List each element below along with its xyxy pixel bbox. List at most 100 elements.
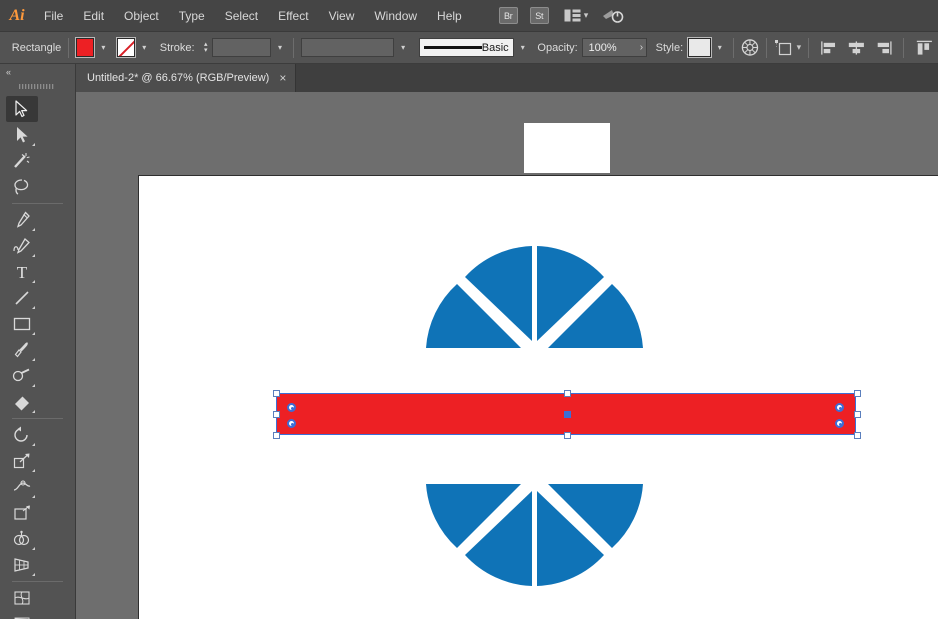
align-center-horizontal-icon[interactable] (846, 39, 867, 57)
flyout-indicator-icon (32, 443, 35, 446)
tool-free-transform[interactable] (6, 500, 38, 526)
menu-item-help[interactable]: Help (427, 0, 472, 32)
rectangle-tool-icon (12, 315, 32, 333)
stock-button[interactable]: St (530, 7, 549, 24)
live-corner-widget[interactable] (835, 419, 844, 428)
tools-panel-grip[interactable] (0, 80, 75, 92)
tool-type[interactable]: T (6, 259, 38, 285)
flyout-indicator-icon (32, 143, 35, 146)
tool-gradient[interactable] (6, 611, 38, 619)
style-chevron-down-icon[interactable]: ▾ (714, 38, 726, 57)
tool-lasso[interactable] (6, 174, 38, 200)
tool-perspective-grid[interactable] (6, 552, 38, 578)
fill-dropdown-chevron-down-icon[interactable]: ▾ (97, 38, 109, 57)
transform-chevron-down-icon: ▾ (797, 42, 802, 53)
align-top-icon[interactable] (914, 39, 935, 57)
live-corner-widget[interactable] (287, 403, 296, 412)
divider (766, 38, 767, 58)
live-corner-widget[interactable] (835, 403, 844, 412)
tool-scale[interactable] (6, 448, 38, 474)
tool-mesh[interactable] (6, 585, 38, 611)
app-logo-icon: Ai (0, 0, 34, 32)
grip-dots-icon (19, 84, 57, 89)
selected-red-rectangle[interactable] (277, 394, 855, 434)
search-stock-button[interactable] (602, 7, 624, 25)
graphic-style-swatch[interactable] (688, 38, 711, 57)
type-tool-icon: T (13, 263, 31, 281)
flyout-indicator-icon (32, 306, 35, 309)
workspace-switcher-button[interactable]: ▾ (564, 9, 589, 22)
close-icon[interactable]: × (279, 72, 286, 84)
tool-divider (12, 418, 63, 419)
fill-color-swatch[interactable] (76, 38, 94, 57)
live-corner-widget[interactable] (287, 419, 296, 428)
tool-pen[interactable] (6, 207, 38, 233)
opacity-label: Opacity: (537, 42, 577, 54)
tool-rectangle[interactable] (6, 311, 38, 337)
tools-grid: T (0, 92, 75, 619)
bridge-button[interactable]: Br (499, 7, 518, 24)
paintbrush-tool-icon (13, 341, 31, 359)
artboard-secondary (524, 123, 610, 173)
menu-item-view[interactable]: View (319, 0, 365, 32)
tool-selection[interactable] (6, 96, 38, 122)
align-right-icon[interactable] (873, 39, 894, 57)
document-canvas[interactable] (76, 92, 938, 619)
menu-item-type[interactable]: Type (169, 0, 215, 32)
lasso-tool-icon (12, 178, 32, 196)
curvature-tool-icon (12, 237, 32, 255)
menu-item-file[interactable]: File (34, 0, 73, 32)
flyout-indicator-icon (32, 358, 35, 361)
stroke-weight-chevron-down-icon[interactable]: ▾ (274, 38, 286, 57)
tabbar-empty-area (296, 64, 938, 92)
opacity-input[interactable]: 100% › (582, 38, 647, 57)
recolor-artwork-icon[interactable] (741, 38, 759, 57)
menu-item-edit[interactable]: Edit (73, 0, 114, 32)
stroke-dropdown-chevron-down-icon[interactable]: ▾ (138, 38, 150, 57)
tool-line-segment[interactable] (6, 285, 38, 311)
menu-bar: Ai File Edit Object Type Select Effect V… (0, 0, 938, 32)
brush-definition-chevron-down-icon[interactable]: ▾ (517, 38, 529, 57)
tool-paintbrush[interactable] (6, 337, 38, 363)
tool-divider (12, 581, 63, 582)
menu-item-window[interactable]: Window (364, 0, 427, 32)
tool-curvature[interactable] (6, 233, 38, 259)
flyout-indicator-icon (32, 384, 35, 387)
flyout-indicator-icon (32, 573, 35, 576)
stroke-weight-input[interactable] (212, 38, 271, 57)
menu-item-object[interactable]: Object (114, 0, 169, 32)
document-tab-bar: Untitled-2* @ 66.67% (RGB/Preview) × (0, 64, 938, 92)
illustrator-window: Ai File Edit Object Type Select Effect V… (0, 0, 938, 619)
transform-panel-button[interactable]: ▾ (774, 39, 802, 57)
tool-direct-selection[interactable] (6, 122, 38, 148)
tool-rotate[interactable] (6, 422, 38, 448)
style-label: Style: (656, 42, 684, 54)
object-type-label: Rectangle (12, 42, 62, 54)
rotate-tool-icon (12, 426, 32, 444)
width-profile-dropdown[interactable] (301, 38, 394, 57)
opacity-options-chevron-right-icon[interactable]: › (640, 42, 643, 53)
line-segment-tool-icon (13, 289, 31, 307)
stroke-weight-stepper[interactable]: ▴▾ (200, 38, 212, 57)
document-tab[interactable]: Untitled-2* @ 66.67% (RGB/Preview) × (76, 64, 296, 92)
flyout-indicator-icon (32, 228, 35, 231)
tool-width[interactable] (6, 474, 38, 500)
chevron-down-icon: ▾ (584, 10, 589, 21)
tool-magic-wand[interactable] (6, 148, 38, 174)
tool-shape-builder[interactable] (6, 526, 38, 552)
stroke-color-swatch[interactable] (117, 38, 135, 57)
flyout-indicator-icon (32, 495, 35, 498)
menu-item-effect[interactable]: Effect (268, 0, 318, 32)
align-left-icon[interactable] (819, 39, 840, 57)
width-profile-chevron-down-icon[interactable]: ▾ (397, 38, 409, 57)
menu-item-select[interactable]: Select (215, 0, 268, 32)
perspective-grid-tool-icon (12, 556, 32, 574)
brush-definition-dropdown[interactable]: Basic (419, 38, 514, 57)
tool-eraser[interactable] (6, 389, 38, 415)
magic-wand-tool-icon (12, 152, 32, 170)
tool-shaper-pencil[interactable] (6, 363, 38, 389)
collapse-panel-icon[interactable]: « (6, 67, 10, 77)
document-tab-title: Untitled-2* @ 66.67% (RGB/Preview) (87, 72, 269, 84)
flyout-indicator-icon (32, 280, 35, 283)
divider (68, 38, 69, 58)
